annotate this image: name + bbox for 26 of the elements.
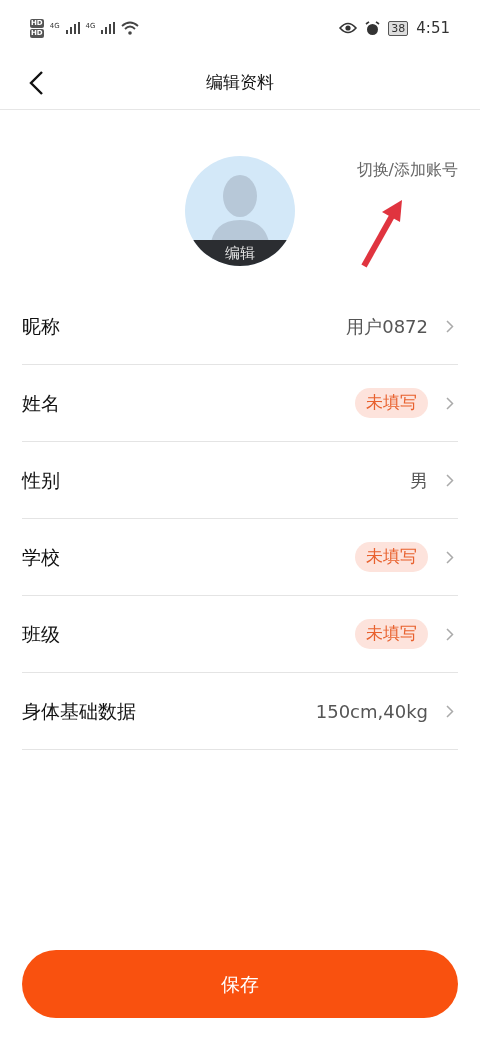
alarm-icon: [365, 20, 381, 36]
field-label: 班级: [22, 621, 60, 647]
chevron-right-icon[interactable]: [446, 550, 454, 564]
chevron-right-icon[interactable]: [446, 473, 454, 487]
field-label: 学校: [22, 544, 60, 570]
signal-icon: [65, 22, 80, 34]
field-label: 昵称: [22, 313, 60, 339]
wifi-icon: [121, 21, 140, 35]
signal-icon: [101, 22, 116, 34]
field-label: 姓名: [22, 390, 60, 416]
chevron-right-icon[interactable]: [446, 627, 454, 641]
field-label: 身体基础数据: [22, 698, 136, 724]
switch-account-link[interactable]: 切换/添加账号: [356, 158, 458, 182]
avatar[interactable]: 编辑: [185, 156, 295, 266]
field-value[interactable]: 用户0872: [346, 312, 428, 340]
clock-time: 4:51: [416, 17, 450, 39]
battery-indicator: 38: [388, 20, 409, 36]
field-value[interactable]: 男: [410, 466, 428, 494]
field-label: 性别: [22, 467, 60, 493]
field-value[interactable]: 150cm,40kg: [315, 697, 428, 725]
page-title: 编辑资料: [206, 70, 274, 94]
eye-icon: [339, 22, 358, 34]
chevron-right-icon[interactable]: [446, 319, 454, 333]
chevron-right-icon[interactable]: [446, 396, 454, 410]
chevron-right-icon[interactable]: [446, 704, 454, 718]
back-icon[interactable]: [28, 69, 44, 96]
